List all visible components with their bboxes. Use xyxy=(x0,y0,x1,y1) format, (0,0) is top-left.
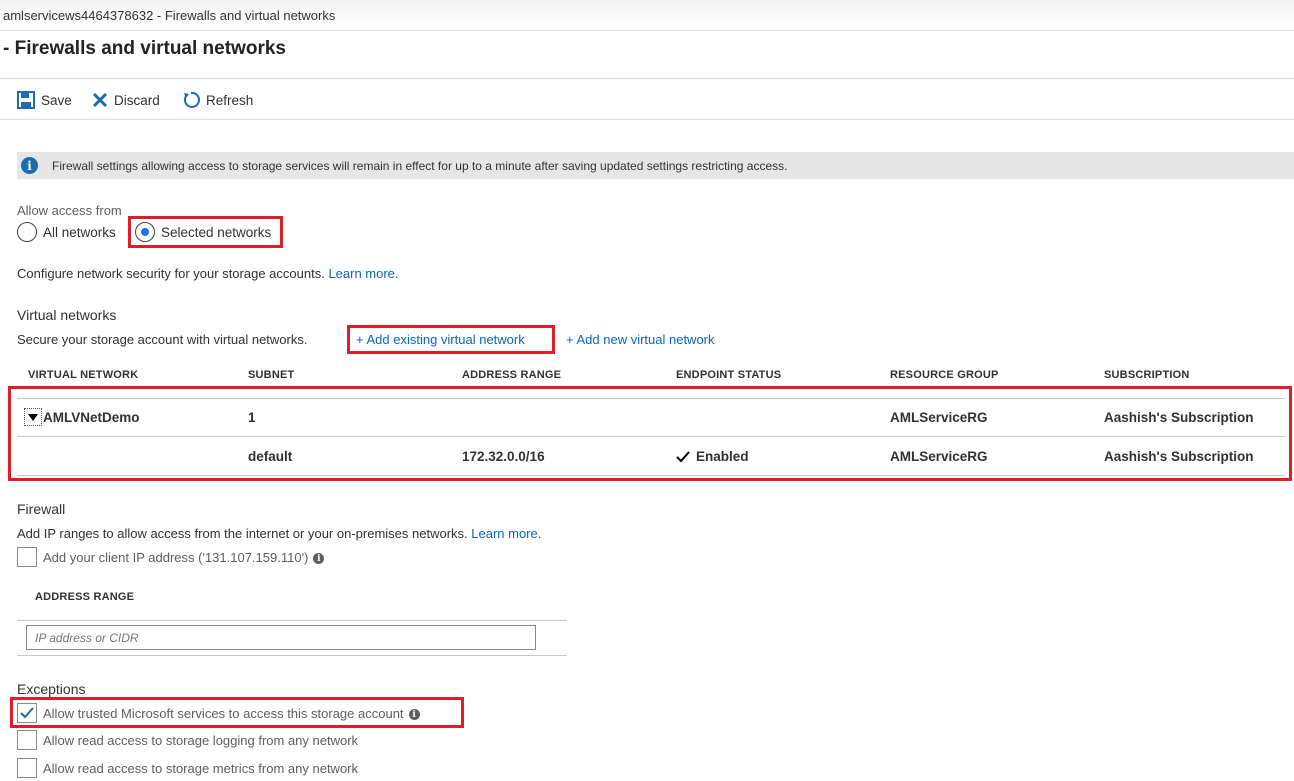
refresh-icon xyxy=(182,91,200,109)
column-header: RESOURCE GROUP xyxy=(890,369,999,381)
refresh-label: Refresh xyxy=(206,92,254,108)
exception-label: Allow trusted Microsoft services to acce… xyxy=(43,706,404,721)
firewall-description-line: Add IP ranges to allow access from the i… xyxy=(17,526,541,541)
info-icon[interactable]: i xyxy=(408,709,420,721)
radio-circle-checked xyxy=(135,222,155,242)
column-header: ENDPOINT STATUS xyxy=(676,369,782,381)
learn-more-link[interactable]: Learn more. xyxy=(471,526,541,541)
column-header: VIRTUAL NETWORK xyxy=(28,369,139,381)
exception-label: Allow read access to storage logging fro… xyxy=(43,733,359,748)
trusted-services-checkbox[interactable] xyxy=(17,703,37,723)
exceptions-section-title: Exceptions xyxy=(17,681,86,697)
radio-label: Selected networks xyxy=(161,224,272,240)
subscription: Aashish's Subscription xyxy=(1104,410,1254,425)
endpoint-status-label: Enabled xyxy=(696,449,749,464)
table-divider xyxy=(17,436,1285,437)
endpoint-status: Enabled xyxy=(676,449,749,464)
divider xyxy=(0,119,1294,120)
caret-down-icon xyxy=(28,413,38,421)
storage-logging-checkbox[interactable] xyxy=(17,730,37,750)
discard-label: Discard xyxy=(114,92,160,108)
checkmark-icon xyxy=(676,450,690,462)
configure-text: Configure network security for your stor… xyxy=(17,266,399,281)
table-divider xyxy=(17,475,1285,476)
vnet-description: Secure your storage account with virtual… xyxy=(17,332,308,347)
breadcrumb[interactable]: amlservicews4464378632 - Firewalls and v… xyxy=(3,8,335,23)
column-header: SUBSCRIPTION xyxy=(1104,369,1190,381)
client-ip-checkbox[interactable] xyxy=(17,547,37,567)
ip-address-input[interactable] xyxy=(26,625,536,650)
column-header: ADDRESS RANGE xyxy=(462,369,562,381)
subnet-count: 1 xyxy=(248,410,256,425)
divider xyxy=(0,78,1294,79)
add-existing-vnet-link[interactable]: + Add existing virtual network xyxy=(356,332,525,347)
info-icon: i xyxy=(21,157,38,174)
firewall-section-title: Firewall xyxy=(17,501,66,517)
save-button[interactable]: Save xyxy=(17,90,72,110)
radio-selected-networks[interactable]: Selected networks xyxy=(135,222,271,242)
checkmark-icon xyxy=(20,707,34,719)
allow-access-label: Allow access from xyxy=(17,203,122,218)
info-banner-text: Firewall settings allowing access to sto… xyxy=(52,158,788,173)
info-banner: i Firewall settings allowing access to s… xyxy=(17,152,1294,179)
highlight-box xyxy=(8,386,1292,481)
address-range: 172.32.0.0/16 xyxy=(462,449,545,464)
client-ip-label-line: Add your client IP address ('131.107.159… xyxy=(43,550,325,565)
column-header: ADDRESS RANGE xyxy=(35,591,135,603)
add-new-vnet-link[interactable]: + Add new virtual network xyxy=(566,332,715,347)
expand-toggle[interactable] xyxy=(24,408,42,426)
radio-circle xyxy=(17,222,37,242)
info-icon[interactable]: i xyxy=(313,553,325,565)
table-divider xyxy=(17,655,567,656)
subscription: Aashish's Subscription xyxy=(1104,449,1254,464)
discard-button[interactable]: Discard xyxy=(92,90,160,110)
client-ip-label: Add your client IP address ('131.107.159… xyxy=(43,550,309,565)
vnet-name[interactable]: AMLVNetDemo xyxy=(43,410,140,425)
firewall-description: Add IP ranges to allow access from the i… xyxy=(17,526,468,541)
subnet-name: default xyxy=(248,449,293,464)
radio-all-networks[interactable]: All networks xyxy=(17,222,116,242)
configure-description: Configure network security for your stor… xyxy=(17,266,325,281)
table-divider xyxy=(17,620,567,621)
resource-group: AMLServiceRG xyxy=(890,410,988,425)
radio-label: All networks xyxy=(43,224,116,240)
vnet-section-title: Virtual networks xyxy=(17,307,117,323)
refresh-button[interactable]: Refresh xyxy=(182,90,253,110)
exception-label: Allow read access to storage metrics fro… xyxy=(43,761,359,776)
trusted-services-line: Allow trusted Microsoft services to acce… xyxy=(43,706,420,721)
save-icon xyxy=(17,91,35,109)
save-label: Save xyxy=(41,92,72,108)
storage-metrics-checkbox[interactable] xyxy=(17,758,37,778)
table-divider xyxy=(17,398,1285,399)
resource-group: AMLServiceRG xyxy=(890,449,988,464)
column-header: SUBNET xyxy=(248,369,295,381)
learn-more-link[interactable]: Learn more. xyxy=(328,266,398,281)
page-title: - Firewalls and virtual networks xyxy=(3,38,286,59)
close-icon xyxy=(92,92,108,108)
